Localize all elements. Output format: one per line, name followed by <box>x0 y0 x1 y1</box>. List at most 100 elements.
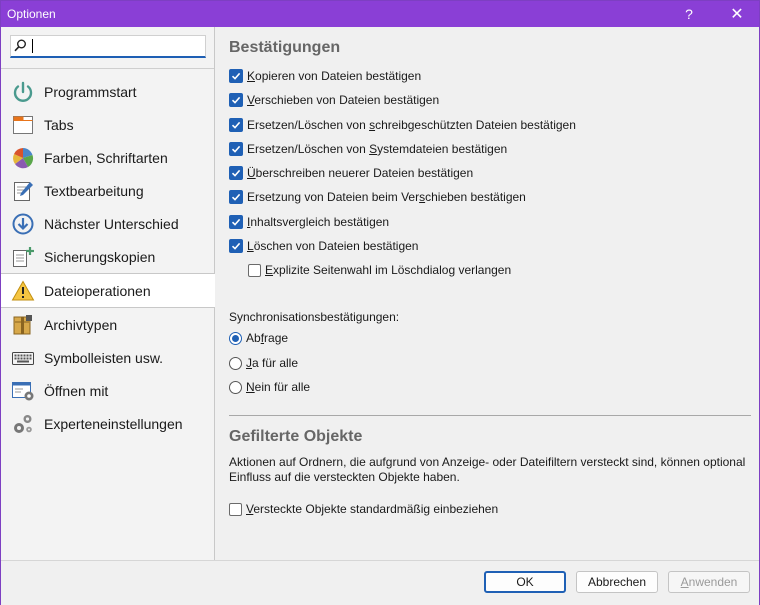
palette-icon <box>13 148 34 169</box>
sidebar-item-label: Experteneinstellungen <box>44 416 183 432</box>
checkbox-box[interactable] <box>229 215 243 229</box>
next-down-arrow-icon <box>12 213 34 235</box>
checkmark-icon <box>231 193 241 201</box>
checkbox-replace-on-move[interactable]: Ersetzung von Dateien beim Verschieben b… <box>229 189 526 205</box>
sidebar-item-naechster-unterschied[interactable]: Nächster Unterschied <box>1 207 214 240</box>
radio-label: Nein für alle <box>246 380 311 394</box>
title-bar: Optionen ? ✕ <box>1 1 759 27</box>
section-heading-confirmations: Bestätigungen <box>229 39 341 56</box>
checkbox-label: Löschen von Dateien bestätigen <box>247 239 419 253</box>
checkbox-copy-files[interactable]: Kopieren von Dateien bestätigen <box>229 68 421 84</box>
checkmark-icon <box>231 145 241 153</box>
checkbox-label: Überschreiben neuerer Dateien bestätigen <box>247 166 474 180</box>
power-icon <box>13 81 33 102</box>
checkbox-box[interactable] <box>229 166 243 180</box>
sidebar-item-programmstart[interactable]: Programmstart <box>1 75 214 108</box>
checkmark-icon <box>231 72 241 80</box>
checkbox-box[interactable] <box>229 239 243 253</box>
checkbox-explicit-side[interactable]: Explizite Seitenwahl im Löschdialog verl… <box>248 262 511 278</box>
sidebar-item-sicherungskopien[interactable]: Sicherungskopien <box>1 240 214 273</box>
checkbox-move-files[interactable]: Verschieben von Dateien bestätigen <box>229 92 439 108</box>
content-panel: Bestätigungen Kopieren von Dateien bestä… <box>215 27 759 560</box>
radio-button[interactable] <box>229 380 242 394</box>
divider <box>1 68 214 69</box>
window-title: Optionen <box>7 7 56 21</box>
radio-label: Abfrage <box>246 331 289 345</box>
section-heading-filtered: Gefilterte Objekte <box>229 428 363 445</box>
checkmark-icon <box>231 218 241 226</box>
search-input[interactable] <box>10 35 206 58</box>
sidebar: Programmstart Tabs Farben, Schriftarten … <box>1 27 215 560</box>
sidebar-item-experteneinstellungen[interactable]: Experteneinstellungen <box>1 407 214 440</box>
checkbox-content-compare[interactable]: Inhaltsvergleich bestätigen <box>229 214 389 230</box>
filtered-description: Aktionen auf Ordnern, die aufgrund von A… <box>229 455 746 484</box>
checkmark-icon <box>231 169 241 177</box>
text-caret <box>32 39 33 53</box>
checkbox-box[interactable] <box>229 190 243 204</box>
radio-button[interactable] <box>229 356 242 370</box>
checkbox-label: Versteckte Objekte standardmäßig einbezi… <box>246 502 499 516</box>
checkbox-include-hidden[interactable]: Versteckte Objekte standardmäßig einbezi… <box>229 501 498 517</box>
gears-icon <box>14 415 32 433</box>
radio-yes-all[interactable]: Ja für alle <box>229 355 298 371</box>
open-with-icon <box>12 382 34 401</box>
checkbox-replace-readonly[interactable]: Ersetzen/Löschen von schreibgeschützten … <box>229 117 576 133</box>
radio-no-all[interactable]: Nein für alle <box>229 379 310 395</box>
edit-document-icon <box>14 182 33 201</box>
checkbox-label: Inhaltsvergleich bestätigen <box>247 215 390 229</box>
sidebar-item-label: Archivtypen <box>44 317 118 333</box>
section-separator <box>229 415 751 416</box>
radio-button[interactable] <box>229 331 242 345</box>
checkbox-label: Verschieben von Dateien bestätigen <box>247 93 440 107</box>
options-dialog: Optionen ? ✕ Programmstart Tabs Farben, … <box>0 0 760 605</box>
dialog-footer: OK Abbrechen Anwenden <box>1 560 759 605</box>
sidebar-item-oeffnen-mit[interactable]: Öffnen mit <box>1 374 214 407</box>
checkbox-box[interactable] <box>229 142 243 156</box>
sidebar-item-label: Öffnen mit <box>44 383 109 399</box>
close-button[interactable]: ✕ <box>717 1 757 27</box>
checkbox-label: Kopieren von Dateien bestätigen <box>247 69 422 83</box>
sidebar-item-label: Farben, Schriftarten <box>44 150 168 166</box>
checkbox-box[interactable] <box>248 263 261 277</box>
checkbox-box[interactable] <box>229 502 242 516</box>
checkbox-replace-system[interactable]: Ersetzen/Löschen von Systemdateien bestä… <box>229 141 507 157</box>
checkbox-box[interactable] <box>229 93 243 107</box>
archive-icon <box>13 315 32 335</box>
sidebar-item-label: Sicherungskopien <box>44 249 156 265</box>
tabs-icon <box>13 116 33 134</box>
sidebar-nav: Programmstart Tabs Farben, Schriftarten … <box>1 75 215 440</box>
sidebar-item-label: Nächster Unterschied <box>44 216 179 232</box>
apply-button[interactable]: Anwenden <box>668 571 750 593</box>
sidebar-item-tabs[interactable]: Tabs <box>1 108 214 141</box>
sidebar-item-dateioperationen[interactable]: Dateioperationen <box>1 273 215 308</box>
sidebar-item-symbolleisten[interactable]: Symbolleisten usw. <box>1 341 214 374</box>
checkbox-label: Ersetzen/Löschen von schreibgeschützten … <box>247 118 576 132</box>
radio-label: Ja für alle <box>246 356 299 370</box>
keyboard-icon <box>12 352 34 365</box>
checkbox-box[interactable] <box>229 69 243 83</box>
sidebar-item-label: Textbearbeitung <box>44 183 144 199</box>
sidebar-item-label: Tabs <box>44 117 74 133</box>
checkbox-box[interactable] <box>229 118 243 132</box>
checkbox-label: Ersetzen/Löschen von Systemdateien bestä… <box>247 142 508 156</box>
search-icon <box>14 39 26 52</box>
sync-label: Synchronisationsbestätigungen: <box>229 310 400 324</box>
checkbox-overwrite-newer[interactable]: Überschreiben neuerer Dateien bestätigen <box>229 165 473 181</box>
sidebar-item-label: Dateioperationen <box>44 283 151 299</box>
checkmark-icon <box>231 96 241 104</box>
cancel-button[interactable]: Abbrechen <box>576 571 658 593</box>
help-button[interactable]: ? <box>669 1 709 27</box>
checkmark-icon <box>231 242 241 250</box>
sidebar-item-label: Symbolleisten usw. <box>44 350 164 366</box>
checkbox-label: Ersetzung von Dateien beim Verschieben b… <box>247 190 526 204</box>
sidebar-item-archivtypen[interactable]: Archivtypen <box>1 308 214 341</box>
ok-button[interactable]: OK <box>484 571 566 593</box>
checkbox-delete-files[interactable]: Löschen von Dateien bestätigen <box>229 238 418 254</box>
sidebar-item-textbearbeitung[interactable]: Textbearbeitung <box>1 174 214 207</box>
radio-ask[interactable]: Abfrage <box>229 330 288 346</box>
checkbox-label: Explizite Seitenwahl im Löschdialog verl… <box>265 263 512 277</box>
warning-icon <box>11 280 35 301</box>
sidebar-item-label: Programmstart <box>44 84 137 100</box>
backup-document-icon <box>13 247 34 267</box>
sidebar-item-farben[interactable]: Farben, Schriftarten <box>1 141 214 174</box>
